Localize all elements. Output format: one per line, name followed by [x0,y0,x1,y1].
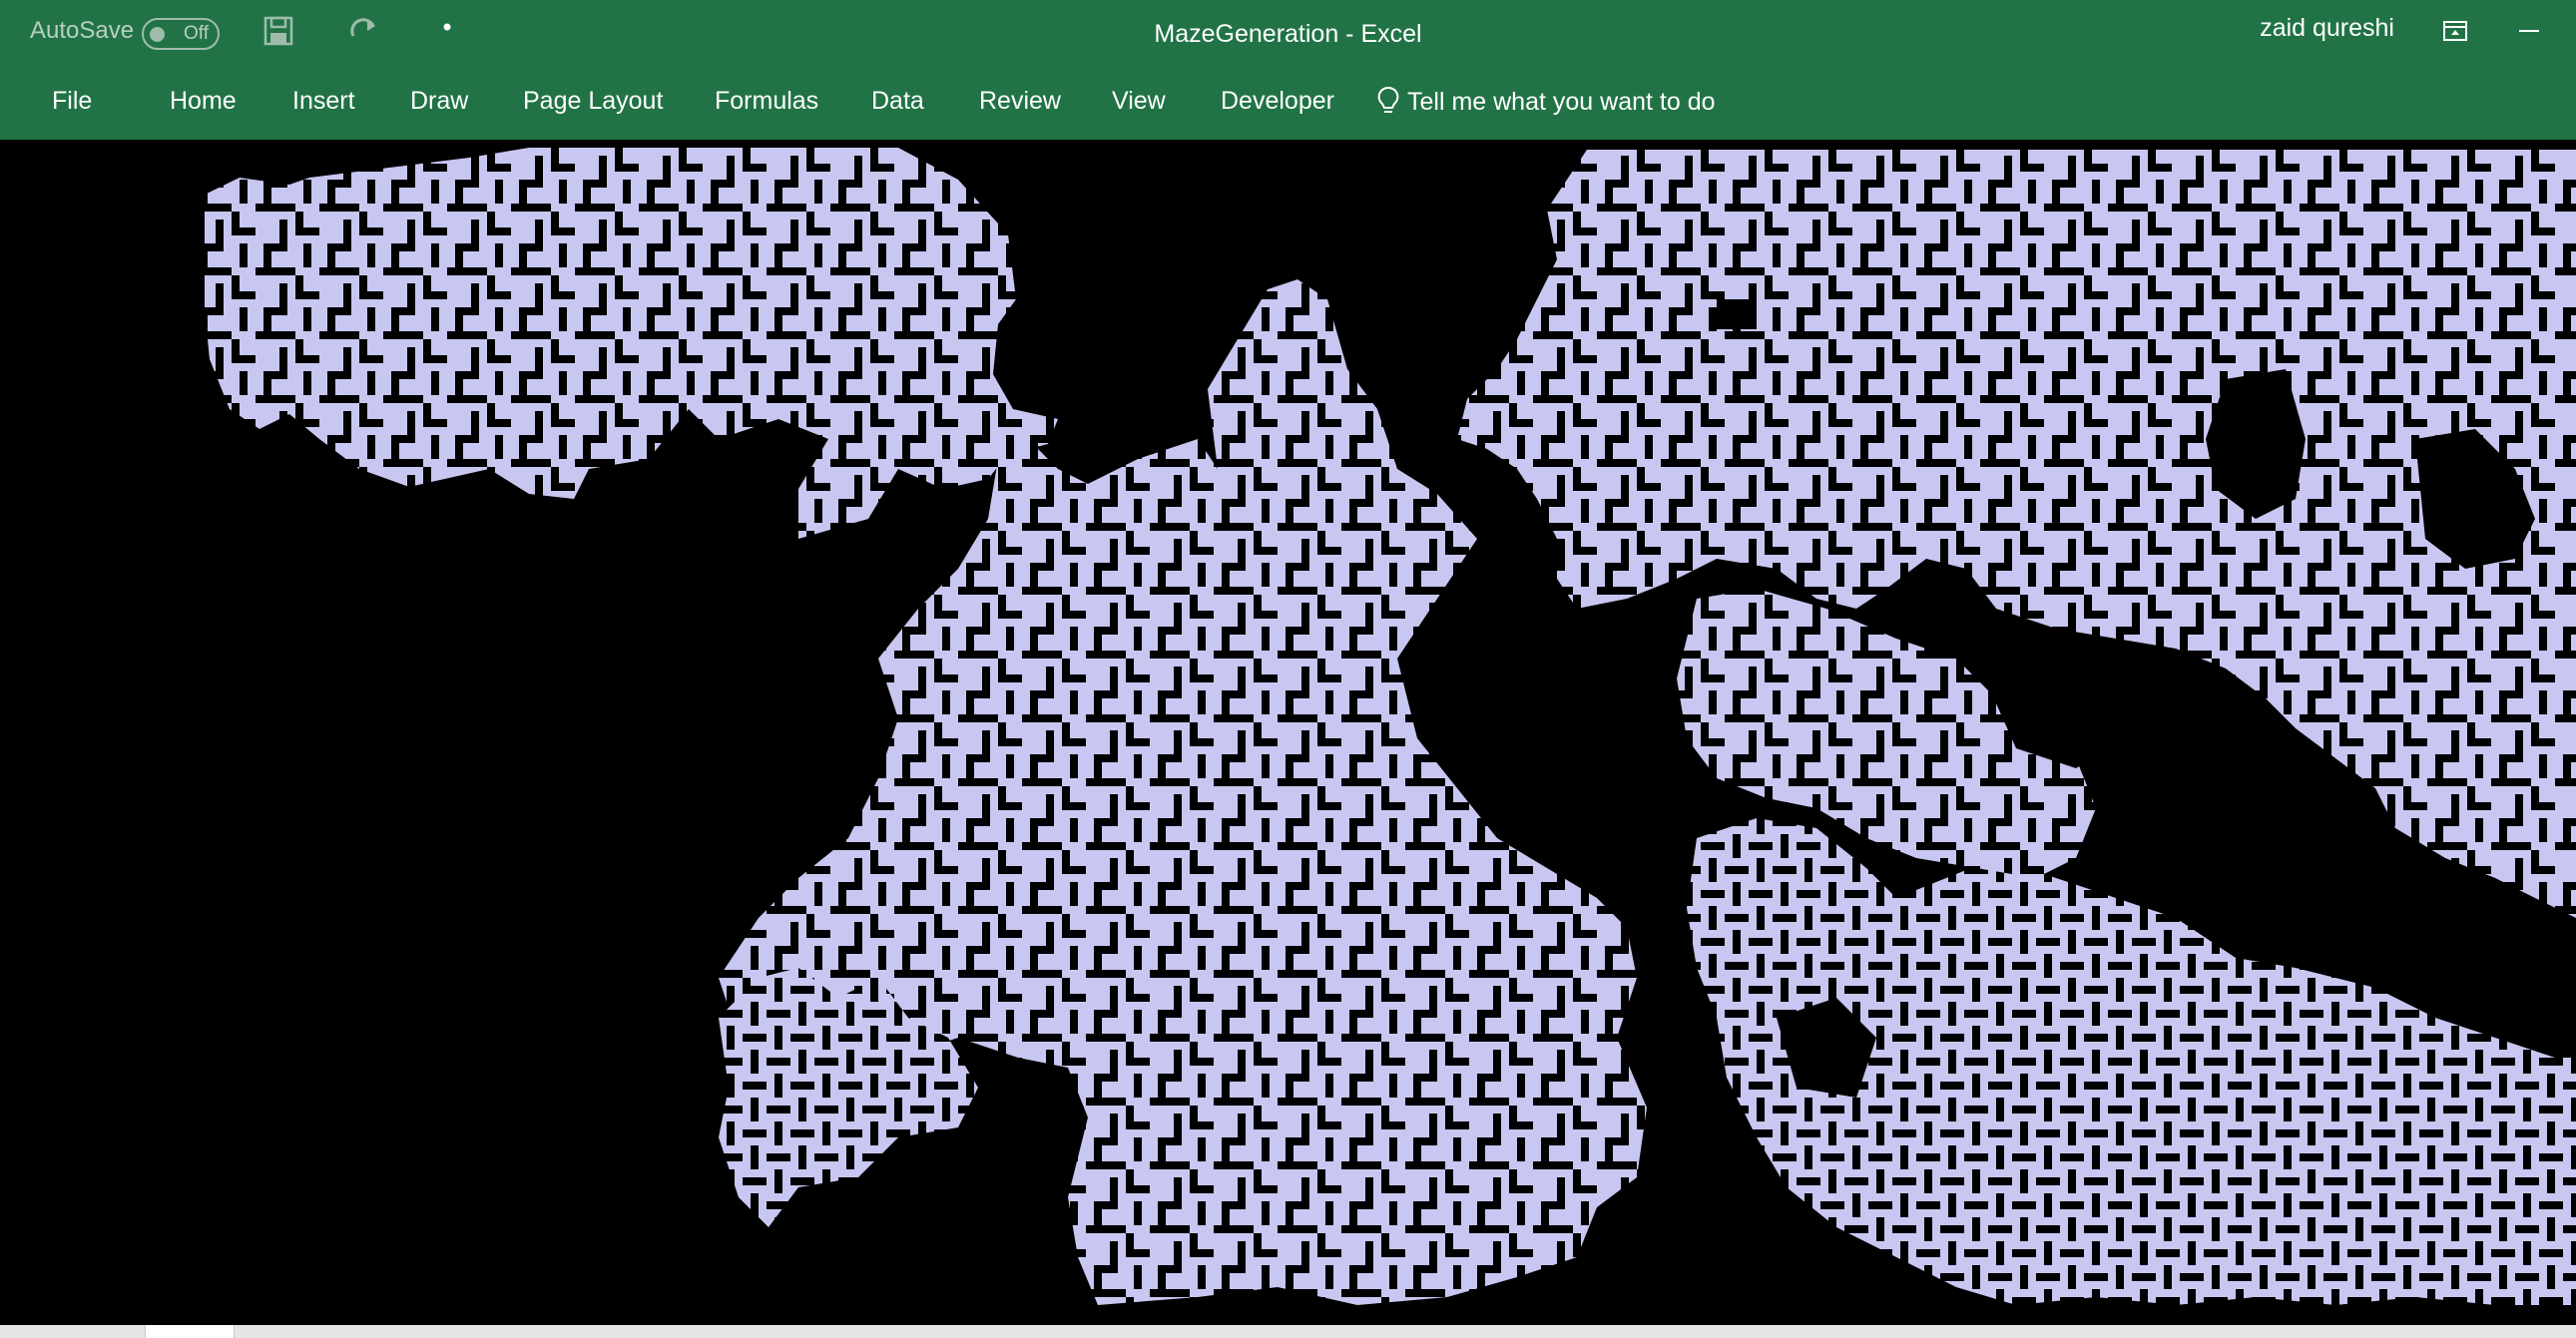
window-title: MazeGeneration - Excel [1154,20,1422,48]
worksheet-grid[interactable] [0,140,2576,1325]
tab-data[interactable]: Data [871,87,924,116]
minimize-icon[interactable] [2513,15,2545,47]
maze-region-top-left [205,148,1058,539]
tab-home[interactable]: Home [170,87,237,116]
title-bar: AutoSave Off MazeGeneration - Excel zaid… [0,0,2576,68]
maze-void-3 [1717,299,1757,329]
maze-void-5 [1517,738,1597,838]
ribbon-tabs: File Home Insert Draw Page Layout Formul… [0,68,2576,140]
tab-formulas[interactable]: Formulas [715,87,818,116]
tab-developer[interactable]: Developer [1221,87,1334,116]
lightbulb-icon [1377,86,1399,113]
tab-draw[interactable]: Draw [410,87,468,116]
tell-me-text: Tell me what you want to do [1407,87,1716,116]
tab-insert[interactable]: Insert [292,87,355,116]
user-name[interactable]: zaid qureshi [2260,14,2394,43]
status-bar [0,1325,2576,1338]
tab-view[interactable]: View [1112,87,1166,116]
maze-drawing [205,148,2576,1305]
tab-review[interactable]: Review [979,87,1061,116]
tab-file[interactable]: File [52,87,92,116]
tab-page-layout[interactable]: Page Layout [523,87,663,116]
tell-me-search[interactable]: Tell me what you want to do [1377,82,1716,122]
ribbon-display-options-icon[interactable] [2439,15,2471,47]
sheet-tab[interactable] [145,1325,235,1338]
tab-list: File Home Insert Draw Page Layout Formul… [0,68,2576,140]
